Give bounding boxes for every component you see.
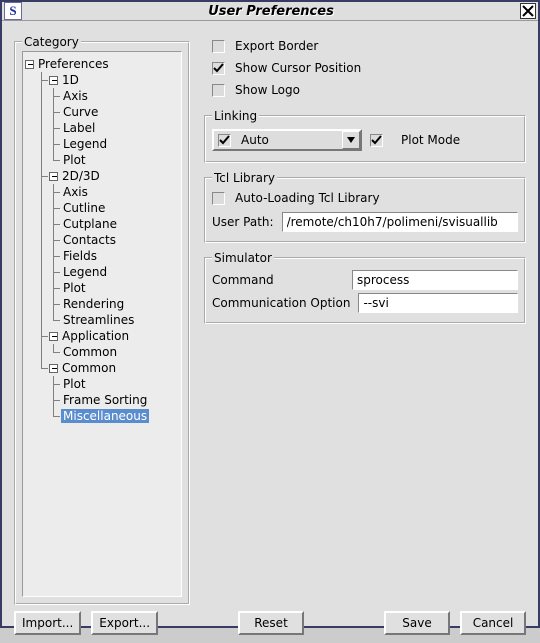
tree-item-label[interactable]: Common [60,361,118,375]
tree-item-label[interactable]: Cutline [61,201,107,215]
tree-expander-icon[interactable] [49,332,58,341]
app-icon: S [4,2,22,20]
linking-fieldset: Linking Auto [204,109,526,163]
linking-legend: Linking [212,109,259,123]
button-bar: Import... Export... Reset Save Cancel [2,611,538,643]
titlebar: S User Preferences [2,2,538,21]
tree-item[interactable]: Application [23,328,181,344]
comm-option-label: Communication Option [212,296,350,310]
tree-item-label[interactable]: 2D/3D [60,169,102,183]
user-path-input[interactable] [282,212,518,232]
tree-expander-icon[interactable] [49,172,58,181]
category-tree[interactable]: Preferences 1D Axis Curve Label Legend Plot 2D/… [22,51,182,597]
tree-expander-icon[interactable] [25,60,34,69]
tcl-library-fieldset: Tcl Library Auto-Loading Tcl Library Use… [204,171,526,243]
linking-auto-checkbox[interactable] [218,134,231,147]
plot-mode-checkbox[interactable] [370,134,383,147]
export-border-checkbox[interactable] [212,40,225,53]
command-label: Command [212,273,344,287]
comm-option-input[interactable] [358,293,518,313]
tree-item[interactable]: Legend [23,136,181,152]
tree-item[interactable]: Rendering [23,296,181,312]
tree-item-label[interactable]: Plot [61,153,88,167]
tree-item[interactable]: Frame Sorting [23,392,181,408]
tree-item-label[interactable]: Plot [61,377,88,391]
tree-item-label[interactable]: Rendering [61,297,126,311]
preferences-window: S User Preferences Category Preferences 1… [0,0,540,628]
command-input[interactable] [352,270,518,290]
tree-item-label[interactable]: Label [61,121,97,135]
tree-item[interactable]: 2D/3D [23,168,181,184]
tree-item[interactable]: Streamlines [23,312,181,328]
tree-item-label[interactable]: Frame Sorting [61,393,149,407]
user-path-label: User Path: [212,215,274,229]
tree-item-label[interactable]: 1D [60,73,81,87]
tree-item-label[interactable]: Cutplane [61,217,119,231]
tree-item-label[interactable]: Streamlines [61,313,136,327]
show-cursor-label: Show Cursor Position [235,61,361,75]
tree-item[interactable]: Plot [23,280,181,296]
simulator-fieldset: Simulator Command Communication Option [204,251,526,324]
tree-item-label[interactable]: Preferences [36,57,111,71]
import-button[interactable]: Import... [14,611,81,635]
linking-auto-dropdown[interactable]: Auto [212,129,362,151]
category-legend: Category [22,35,81,49]
category-fieldset: Category Preferences 1D Axis Curve Label Lege… [14,35,190,605]
show-cursor-checkbox[interactable] [212,62,225,75]
save-button[interactable]: Save [384,611,450,635]
tree-expander-icon[interactable] [49,76,58,85]
tree-item-label[interactable]: Axis [61,89,90,103]
export-button[interactable]: Export... [91,611,158,635]
tree-item[interactable]: Fields [23,248,181,264]
auto-loading-tcl-checkbox[interactable] [212,192,225,205]
tcl-library-legend: Tcl Library [212,171,277,185]
tree-item[interactable]: Axis [23,88,181,104]
tree-item-label[interactable]: Fields [61,249,99,263]
settings-pane: Export Border Show Cursor Position Show … [204,35,526,605]
tree-item[interactable]: Cutline [23,200,181,216]
tree-item-label[interactable]: Legend [61,137,109,151]
content-area: Category Preferences 1D Axis Curve Label Lege… [2,21,538,611]
tree-item[interactable]: Cutplane [23,216,181,232]
show-logo-checkbox[interactable] [212,84,225,97]
tree-item-label[interactable]: Application [60,329,131,343]
tree-item[interactable]: Plot [23,152,181,168]
top-checkboxes: Export Border Show Cursor Position Show … [204,35,526,101]
tree-item[interactable]: Axis [23,184,181,200]
tree-item-label[interactable]: Axis [61,185,90,199]
tree-item[interactable]: 1D [23,72,181,88]
plot-mode-label: Plot Mode [401,133,460,147]
tree-item-label[interactable]: Contacts [61,233,118,247]
tree-item[interactable]: Preferences [23,56,181,72]
reset-button[interactable]: Reset [238,611,304,635]
tree-item[interactable]: Curve [23,104,181,120]
tree-expander-icon[interactable] [49,364,58,373]
tree-item[interactable]: Common [23,360,181,376]
tree-item[interactable]: Contacts [23,232,181,248]
tree-item-label[interactable]: Plot [61,281,88,295]
window-title: User Preferences [22,4,520,19]
tree-item-label[interactable]: Curve [61,105,100,119]
chevron-down-icon[interactable] [342,131,360,149]
tree-item-label[interactable]: Common [61,345,119,359]
tree-item[interactable]: Legend [23,264,181,280]
cancel-button[interactable]: Cancel [460,611,526,635]
export-border-label: Export Border [235,39,318,53]
close-icon[interactable] [520,3,536,19]
tree-item[interactable]: Common [23,344,181,360]
simulator-legend: Simulator [212,251,274,265]
tree-item[interactable]: Miscellaneous [23,408,181,424]
show-logo-label: Show Logo [235,83,300,97]
tree-item[interactable]: Plot [23,376,181,392]
tree-item-label[interactable]: Miscellaneous [61,409,149,423]
tree-item[interactable]: Label [23,120,181,136]
linking-auto-label: Auto [241,133,269,147]
auto-loading-tcl-label: Auto-Loading Tcl Library [235,191,380,205]
tree-item-label[interactable]: Legend [61,265,109,279]
